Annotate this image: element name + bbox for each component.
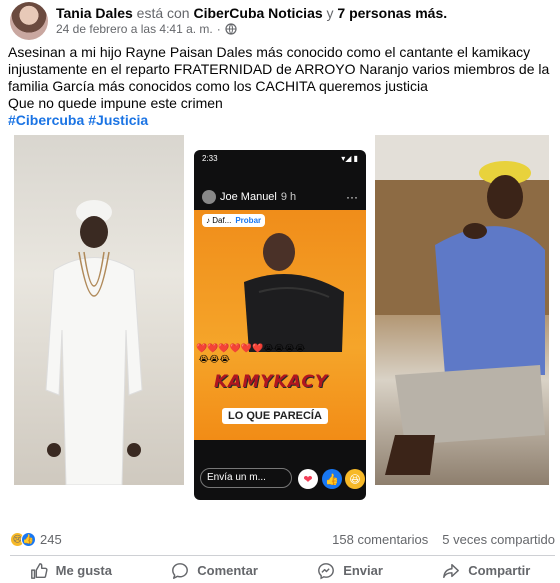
hashtag-link[interactable]: #Justicia xyxy=(88,112,148,128)
phone-status-bar: 2:33 ▾◢ ▮ xyxy=(194,150,366,166)
reaction-stats: 😢 👍 245 158 comentarios 5 veces comparti… xyxy=(10,532,555,547)
send-label: Enviar xyxy=(343,563,383,578)
status-icons: ▾◢ ▮ xyxy=(341,154,358,163)
facebook-post: Tania Dales está con CiberCuba Noticias … xyxy=(0,0,560,583)
like-button[interactable]: Me gusta xyxy=(30,562,112,580)
and-connector: y xyxy=(326,5,334,21)
comment-label: Comentar xyxy=(197,563,258,578)
meta-separator: · xyxy=(216,22,221,36)
hashtag-link[interactable]: #Cibercuba xyxy=(8,112,84,128)
author-avatar[interactable] xyxy=(10,2,48,40)
story-user-name: Joe Manuel xyxy=(220,191,277,203)
engagement-counts: 158 comentarios 5 veces compartido xyxy=(332,532,555,547)
share-button[interactable]: Compartir xyxy=(442,562,530,580)
story-person-figure xyxy=(244,233,344,352)
haha-reaction-icon[interactable]: 😆 xyxy=(345,469,365,489)
like-label: Me gusta xyxy=(55,563,112,578)
music-label: ♪ Daf... xyxy=(206,216,232,225)
post-text: Asesinan a mi hijo Rayne Paisan Dales má… xyxy=(8,44,556,129)
post-text-line: Que no quede impune este crimen xyxy=(8,95,223,111)
story-reply-input[interactable]: Envía un m... xyxy=(200,468,292,488)
like-reaction-icon[interactable]: 👍 xyxy=(322,469,342,489)
more-options-icon[interactable]: ··· xyxy=(346,190,358,204)
post-photo-1[interactable] xyxy=(14,135,184,485)
comment-icon xyxy=(172,562,189,579)
reactions-count: 245 xyxy=(40,532,62,547)
post-actions: Me gusta Comentar Enviar Compartir xyxy=(0,558,560,583)
reactions-summary[interactable]: 😢 👍 245 xyxy=(10,532,62,547)
story-user-avatar xyxy=(202,190,216,204)
status-time: 2:33 xyxy=(202,154,218,163)
with-connector: está con xyxy=(136,5,190,21)
post-meta: 24 de febrero a las 4:41 a. m. · xyxy=(56,22,237,36)
share-label: Compartir xyxy=(468,563,531,578)
story-user[interactable]: Joe Manuel 9 h xyxy=(202,190,296,204)
story-caption: LO QUE PARECÍA xyxy=(222,408,328,424)
tagged-page[interactable]: CiberCuba Noticias xyxy=(194,5,323,21)
comments-count[interactable]: 158 comentarios xyxy=(332,532,428,547)
messenger-icon xyxy=(318,562,335,579)
share-icon xyxy=(443,563,460,578)
story-banner-text: KAMYKACY xyxy=(214,372,329,392)
divider xyxy=(10,555,555,556)
reaction-icons: 😢 👍 xyxy=(10,532,36,547)
seated-person-figure xyxy=(375,135,549,475)
post-text-line: Asesinan a mi hijo Rayne Paisan Dales má… xyxy=(8,44,550,94)
post-timestamp[interactable]: 24 de febrero a las 4:41 a. m. xyxy=(56,22,213,36)
music-sticker[interactable]: ♪ Daf... Probar xyxy=(202,214,266,227)
emoji-row: ❤️❤️❤️❤️❤️❤️😭😭😭😭 😭😭😭 xyxy=(196,343,306,364)
comment-button[interactable]: Comentar xyxy=(171,562,258,580)
thumbs-up-icon xyxy=(30,562,48,579)
send-button[interactable]: Enviar xyxy=(317,562,383,580)
post-photo-3[interactable] xyxy=(375,135,549,485)
author-name[interactable]: Tania Dales xyxy=(56,5,133,21)
author-line: Tania Dales está con CiberCuba Noticias … xyxy=(56,4,447,22)
love-reaction-icon[interactable]: ❤ xyxy=(298,469,318,489)
hashtags: #Cibercuba #Justicia xyxy=(8,112,556,129)
post-photo-2-story-screenshot[interactable]: 2:33 ▾◢ ▮ Joe Manuel 9 h ··· ♪ Daf... Pr… xyxy=(194,150,366,500)
shares-count[interactable]: 5 veces compartido xyxy=(442,532,555,547)
globe-icon xyxy=(225,23,237,35)
music-try-button[interactable]: Probar xyxy=(235,216,261,225)
story-time: 9 h xyxy=(280,191,297,203)
person-in-white-figure xyxy=(45,200,143,485)
tagged-others[interactable]: 7 personas más. xyxy=(337,5,447,21)
like-reaction-icon: 👍 xyxy=(21,532,36,547)
